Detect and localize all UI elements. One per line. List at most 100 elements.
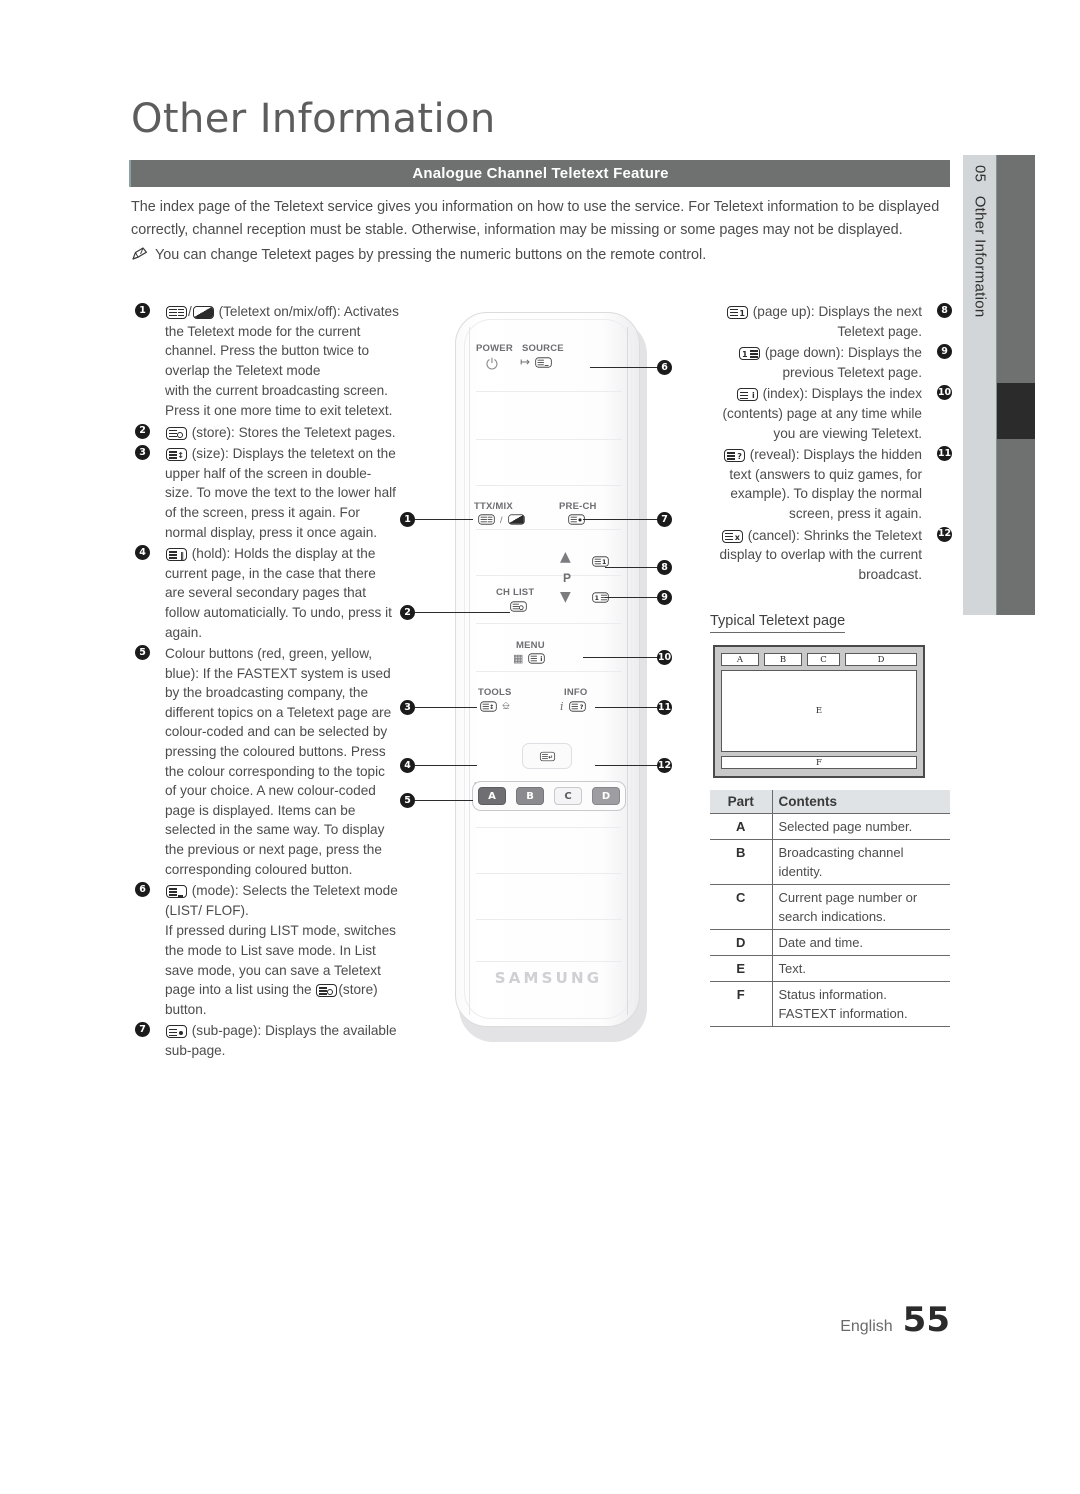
remote-leader-2 (415, 612, 510, 613)
table-row: B Broadcasting channel identity. (710, 839, 950, 885)
samsung-brand-logo: SAMSUNG (494, 969, 603, 987)
teletext-mix-icon-remote (507, 514, 525, 525)
page-down-icon: 1 (739, 347, 761, 361)
source-glyph-row[interactable]: ↦ (520, 355, 554, 369)
channel-down-chevron-icon[interactable]: ▼ (560, 589, 571, 605)
callout-bullet: 7 (135, 1022, 150, 1038)
callout-bullet: 6 (135, 882, 150, 898)
remote-leader-3 (415, 707, 477, 708)
intro-paragraph: The index page of the Teletext service g… (131, 199, 940, 238)
parts-contents-table: Part Contents A Selected page number. B … (710, 790, 950, 1027)
remote-divider (476, 439, 622, 440)
chapter-label: Other Information (971, 195, 988, 318)
instruction-text: (page down): Displays the previous Telet… (764, 345, 922, 380)
teletext-diagram-top-row: A B C D (721, 653, 917, 666)
teletext-diagram-heading: Typical Teletext page (710, 613, 846, 633)
teletext-cell-e: E (721, 670, 917, 752)
teletext-cell-b: B (764, 653, 802, 666)
remote-leader-8 (605, 567, 657, 568)
remote-divider (476, 529, 622, 530)
channel-up-chevron-icon[interactable]: ▲ (560, 549, 571, 565)
instruction-item-5: 5 Colour buttons (red, green, yellow, bl… (131, 644, 399, 879)
callout-bullet: 4 (135, 545, 150, 561)
table-row: A Selected page number. (710, 813, 950, 840)
remote-callout-10: 10 (657, 650, 672, 665)
row-part: F (710, 981, 773, 1027)
callout-bullet: 2 (135, 423, 150, 439)
remote-inner-bezel (464, 319, 632, 1019)
colour-button-c[interactable]: C (554, 787, 582, 805)
chlist-glyph-row[interactable] (508, 600, 529, 613)
instruction-body: (store): Stores the Teletext pages. (165, 423, 399, 443)
remote-divider (476, 873, 622, 874)
info-i-icon: i (560, 700, 564, 713)
teletext-on-icon (166, 306, 187, 319)
remote-leader-1 (415, 519, 473, 520)
colour-button-a[interactable]: A (478, 787, 506, 805)
remote-leader-5 (415, 800, 473, 801)
info-label: INFO (564, 687, 588, 698)
column-header-contents: Contents (772, 790, 950, 814)
enter-icon: ↵ (539, 751, 555, 761)
power-icon[interactable]: ⏻ (486, 355, 498, 373)
remote-divider (476, 671, 622, 672)
ttxmix-label: TTX/MIX (474, 501, 513, 512)
page-up-icon-remote: 1 (592, 556, 609, 567)
ttxmix-glyph-row[interactable]: / (476, 513, 527, 526)
enter-button[interactable]: ↵ (522, 743, 572, 769)
instruction-item-9: 9 1 (page down): Displays the previous T… (700, 343, 952, 382)
remote-callout-7: 7 (657, 512, 672, 527)
row-part: D (710, 929, 773, 956)
tools-glyph-row[interactable]: ↕ ⎒ (478, 700, 510, 713)
menu-grid-icon: ▦ (513, 653, 524, 665)
table-row: C Current page number or search indicati… (710, 884, 950, 930)
menu-glyph-row[interactable]: ▦ i (513, 652, 547, 665)
colour-buttons-row: A B C D (472, 781, 626, 811)
instruction-body: ? (reveal): Displays the hidden text (an… (700, 445, 922, 523)
chapter-side-marker (997, 383, 1035, 439)
colour-button-b[interactable]: B (516, 787, 544, 805)
remote-leader-12 (595, 765, 657, 766)
table-row: F Status information. FASTEXT informatio… (710, 981, 950, 1027)
remote-callout-8: 8 (657, 560, 672, 575)
tools-label: TOOLS (478, 687, 512, 698)
teletext-page-diagram: A B C D E F (713, 645, 925, 778)
pencil-icon (131, 246, 148, 269)
remote-leader-6 (590, 367, 657, 368)
instruction-item-11: 11 ? (reveal): Displays the hidden text … (700, 445, 952, 523)
instruction-item-6: 6 (mode): Selects the Teletext mode (LIS… (131, 881, 399, 1019)
prech-label: PRE-CH (559, 501, 597, 512)
colour-button-d[interactable]: D (592, 787, 620, 805)
sub-page-icon (166, 1025, 187, 1039)
left-instruction-column: 1 / (Teletext on/mix/off): Activates the… (131, 302, 399, 1063)
reveal-icon-remote: ? (568, 701, 586, 712)
table-header-row: Part Contents (710, 790, 950, 814)
instruction-body-cont: with the current broadcasting screen. Pr… (165, 383, 393, 418)
instruction-body: 1 (page up): Displays the next Teletext … (700, 302, 922, 341)
remote-divider (476, 485, 622, 486)
store-icon-inline (316, 984, 338, 998)
teletext-cell-d: D (845, 653, 917, 666)
note-line: You can change Teletext pages by pressin… (131, 244, 951, 269)
remote-callout-11: 11 (657, 700, 672, 715)
remote-leader-4 (415, 765, 477, 766)
instruction-text: (size): Displays the teletext on the upp… (165, 446, 396, 540)
teletext-on-icon-remote (478, 514, 495, 525)
instruction-text: (page up): Displays the next Teletext pa… (752, 304, 922, 339)
row-contents: Date and time. (778, 935, 864, 950)
callout-bullet: 3 (135, 445, 150, 461)
remote-divider (476, 827, 622, 828)
chlist-label: CH LIST (496, 587, 535, 598)
footer-page-number: 55 (902, 1300, 950, 1340)
instruction-item-12: 12 x (cancel): Shrinks the Teletext disp… (700, 526, 952, 585)
row-contents: Selected page number. (778, 819, 913, 834)
instruction-text: (cancel): Shrinks the Teletext display t… (719, 527, 923, 582)
remote-leader-11 (595, 707, 657, 708)
section-header-text: Analogue Channel Teletext Feature (412, 165, 669, 182)
remote-leader-9 (605, 597, 657, 598)
teletext-cell-c: C (807, 653, 840, 666)
chapter-number: 05 (971, 165, 988, 183)
instruction-body: ↕ (size): Displays the teletext on the u… (165, 444, 399, 542)
page-up-icon: 1 (726, 306, 748, 319)
info-glyph-row[interactable]: i ? (560, 700, 588, 713)
